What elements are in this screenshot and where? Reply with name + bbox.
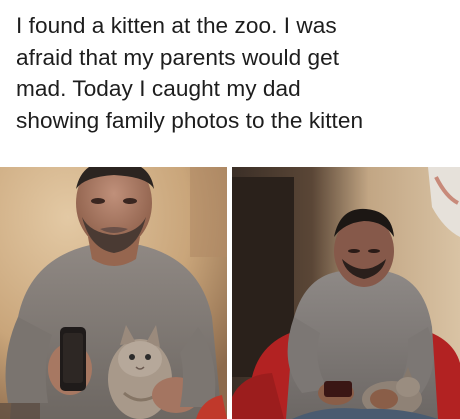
- photo-dad-on-sofa: [232, 167, 460, 419]
- caption-line: I found a kitten at the zoo. I was: [16, 13, 337, 38]
- photo-dad-on-sofa-illustration: [232, 167, 460, 419]
- caption-line: afraid that my parents would get: [16, 44, 340, 70]
- caption-line: mad. Today I caught my dad: [16, 76, 301, 101]
- caption-line: showing family photos to the kitten: [16, 107, 364, 133]
- photo-dad-with-phone: [0, 167, 227, 419]
- post-caption: I found a kitten at the zoo. I was afrai…: [16, 10, 448, 136]
- photo-dad-with-phone-illustration: [0, 167, 227, 419]
